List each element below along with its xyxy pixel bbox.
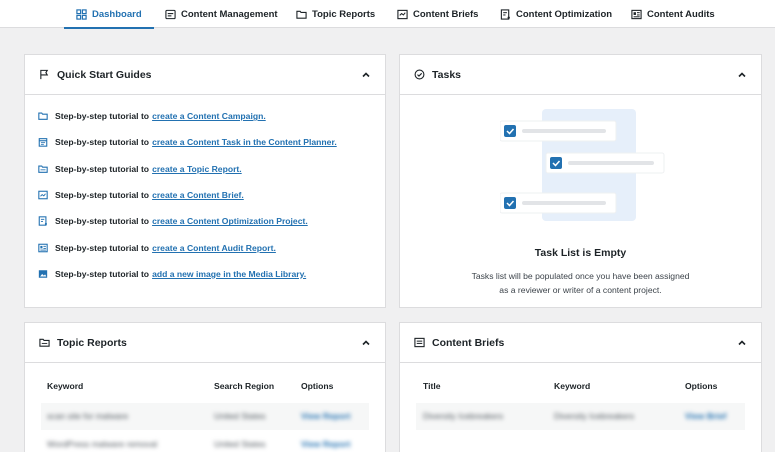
guide-link-media-library[interactable]: add a new image in the Media Library. xyxy=(152,269,306,279)
panel-title: Content Briefs xyxy=(432,336,505,349)
chevron-up-icon[interactable] xyxy=(361,338,371,348)
brief-icon xyxy=(397,9,408,19)
guide-prefix: Step-by-step tutorial to xyxy=(55,163,150,174)
tab-content-briefs[interactable]: Content Briefs xyxy=(397,0,478,28)
audit-icon xyxy=(38,243,48,252)
table-row: Diversity Icebreakers Diversity Icebreak… xyxy=(416,403,745,430)
list-item: Step-by-step tutorial to create a Conten… xyxy=(38,129,385,155)
tab-label: Content Briefs xyxy=(413,8,479,20)
folder-icon xyxy=(39,338,50,347)
calendar-icon xyxy=(38,138,48,148)
panel-header: Tasks xyxy=(400,55,761,95)
list-item: Step-by-step tutorial to create a Conten… xyxy=(38,234,385,260)
audit-icon xyxy=(631,9,642,19)
cell-search-region: United States xyxy=(214,439,266,449)
cell-keyword: WordPress malware removal xyxy=(47,439,158,449)
topic-reports-panel: Topic Reports Keyword Search Region Opti… xyxy=(24,322,386,452)
content-management-icon xyxy=(165,9,176,19)
brief-icon xyxy=(38,190,48,200)
guide-link-content-task[interactable]: create a Content Task in the Content Pla… xyxy=(152,137,337,147)
column-header-keyword: Keyword xyxy=(554,381,591,391)
guide-prefix: Step-by-step tutorial to xyxy=(55,190,150,201)
guide-prefix: Step-by-step tutorial to xyxy=(55,111,150,122)
guide-prefix: Step-by-step tutorial to xyxy=(55,137,150,148)
brief-icon xyxy=(414,337,425,348)
guide-link-content-brief[interactable]: create a Content Brief. xyxy=(152,190,244,200)
optimization-icon xyxy=(38,216,47,227)
column-header-options: Options xyxy=(685,381,718,391)
guide-prefix: Step-by-step tutorial to xyxy=(55,242,150,253)
list-item: Step-by-step tutorial to create a Conten… xyxy=(38,182,385,208)
guide-prefix: Step-by-step tutorial to xyxy=(55,216,150,227)
panel-title: Tasks xyxy=(432,68,461,81)
folder-icon xyxy=(296,10,307,19)
list-item: Step-by-step tutorial to create a Topic … xyxy=(38,156,385,182)
folder-icon xyxy=(38,165,48,173)
column-header-keyword: Keyword xyxy=(47,381,84,391)
guide-link-content-optimization[interactable]: create a Content Optimization Project. xyxy=(152,216,308,226)
empty-state-title: Task List is Empty xyxy=(534,247,627,259)
quick-start-panel: Quick Start Guides Step-by-step tutorial… xyxy=(24,54,386,308)
guide-prefix: Step-by-step tutorial to xyxy=(55,268,150,279)
tab-content-audits[interactable]: Content Audits xyxy=(631,0,715,28)
panel-header: Content Briefs xyxy=(400,323,761,363)
tab-label: Content Audits xyxy=(647,8,715,20)
tab-label: Content Optimization xyxy=(516,8,613,20)
column-header-search-region: Search Region xyxy=(214,381,275,391)
chevron-up-icon[interactable] xyxy=(737,70,747,80)
tab-dashboard[interactable]: Dashboard xyxy=(64,0,154,29)
tab-label: Topic Reports xyxy=(312,8,376,20)
table-row: scan site for malware United States View… xyxy=(41,403,369,430)
empty-state-description: Tasks list will be populated once you ha… xyxy=(460,269,701,297)
panel-header: Topic Reports xyxy=(25,323,385,363)
guide-link-topic-report[interactable]: create a Topic Report. xyxy=(152,164,242,174)
folder-icon xyxy=(38,112,48,121)
chevron-up-icon[interactable] xyxy=(361,70,371,80)
tasks-panel: Tasks Task List is Empty Tasks list will… xyxy=(399,54,762,308)
top-navigation: Dashboard Content Management Topic Repor… xyxy=(0,0,775,29)
guide-list: Step-by-step tutorial to create a Conten… xyxy=(25,95,385,287)
cell-title: Diversity Icebreakers xyxy=(423,411,504,421)
view-brief-button[interactable]: View Brief xyxy=(685,403,726,430)
optimization-icon xyxy=(500,8,510,20)
dashboard-icon xyxy=(76,8,87,20)
empty-tasks-illustration xyxy=(500,109,665,221)
table-row: WordPress malware removal United States … xyxy=(41,431,369,452)
list-item: Step-by-step tutorial to add a new image… xyxy=(38,261,385,287)
view-report-button[interactable]: View Report xyxy=(301,431,351,452)
empty-desc-line: as a reviewer or writer of a content pro… xyxy=(499,285,662,295)
flag-icon xyxy=(40,69,49,80)
tab-label: Content Management xyxy=(181,8,278,20)
column-header-options: Options xyxy=(301,381,334,391)
check-circle-icon xyxy=(414,69,425,80)
tab-topic-reports[interactable]: Topic Reports xyxy=(296,0,375,28)
view-report-button[interactable]: View Report xyxy=(301,403,351,430)
panel-header: Quick Start Guides xyxy=(25,55,385,95)
cell-keyword: Diversity Icebreakers xyxy=(554,411,635,421)
column-header-title: Title xyxy=(423,381,441,391)
tab-content-optimization[interactable]: Content Optimization xyxy=(500,0,612,28)
chevron-up-icon[interactable] xyxy=(737,338,747,348)
cell-keyword: scan site for malware xyxy=(47,411,129,421)
tab-label: Dashboard xyxy=(92,8,142,20)
guide-link-content-audit[interactable]: create a Content Audit Report. xyxy=(152,243,276,253)
guide-link-content-campaign[interactable]: create a Content Campaign. xyxy=(152,111,266,121)
empty-desc-line: Tasks list will be populated once you ha… xyxy=(471,271,690,281)
panel-title: Topic Reports xyxy=(57,336,127,349)
content-briefs-panel: Content Briefs Title Keyword Options Div… xyxy=(399,322,762,452)
tab-content-management[interactable]: Content Management xyxy=(165,0,278,28)
cell-search-region: United States xyxy=(214,411,266,421)
image-icon xyxy=(38,270,48,278)
list-item: Step-by-step tutorial to create a Conten… xyxy=(38,103,385,129)
panel-title: Quick Start Guides xyxy=(57,68,152,81)
list-item: Step-by-step tutorial to create a Conten… xyxy=(38,208,385,234)
